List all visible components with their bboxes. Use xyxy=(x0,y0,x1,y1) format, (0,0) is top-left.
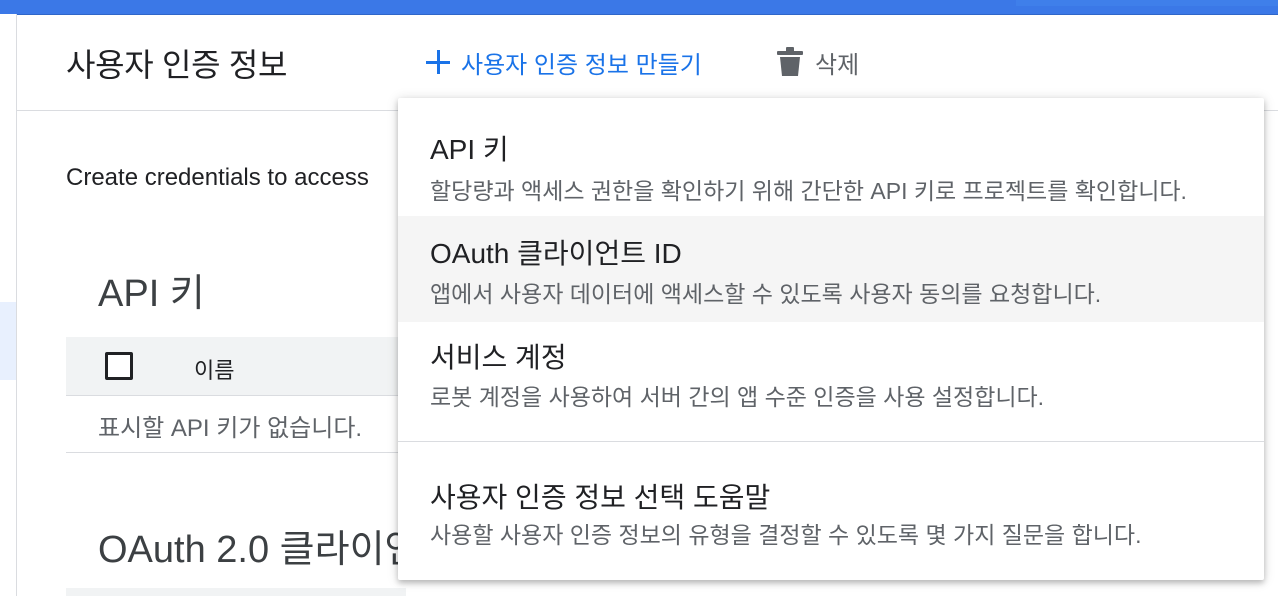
left-nav-active-item[interactable] xyxy=(0,302,16,380)
menu-item-description: 할당량과 액세스 권한을 확인하기 위해 간단한 API 키로 프로젝트를 확인… xyxy=(430,178,1187,204)
delete-button[interactable]: 삭제 xyxy=(777,44,859,80)
oauth-section-title: OAuth 2.0 클라이언 xyxy=(98,529,420,571)
menu-item-title: API 키 xyxy=(430,134,509,165)
create-credentials-button[interactable]: 사용자 인증 정보 만들기 xyxy=(425,44,702,80)
create-credentials-menu: API 키 할당량과 액세스 권한을 확인하기 위해 간단한 API 키로 프로… xyxy=(398,98,1264,580)
api-keys-table-header: 이름 xyxy=(66,337,406,396)
page-header: 사용자 인증 정보 사용자 인증 정보 만들기 삭제 xyxy=(17,14,1278,111)
oauth-table-header-partial xyxy=(66,588,406,596)
delete-label: 삭제 xyxy=(815,51,860,79)
left-nav-rail xyxy=(0,14,17,596)
menu-item-description: 사용할 사용자 인증 정보의 유형을 결정할 수 있도록 몇 가지 질문을 합니… xyxy=(430,522,1142,548)
create-credentials-label: 사용자 인증 정보 만들기 xyxy=(461,51,702,79)
menu-item-description: 앱에서 사용자 데이터에 액세스할 수 있도록 사용자 동의를 요청합니다. xyxy=(430,281,1102,307)
menu-item-help-me-choose[interactable]: 사용자 인증 정보 선택 도움말 사용할 사용자 인증 정보의 유형을 결정할 … xyxy=(398,442,1264,580)
top-app-bar-accent xyxy=(1016,0,1278,6)
menu-item-api-key[interactable]: API 키 할당량과 액세스 권한을 확인하기 위해 간단한 API 키로 프로… xyxy=(398,98,1264,216)
menu-item-service-account[interactable]: 서비스 계정 로봇 계정을 사용하여 서버 간의 앱 수준 인증을 사용 설정합… xyxy=(398,322,1264,440)
menu-item-oauth-client-id[interactable]: OAuth 클라이언트 ID 앱에서 사용자 데이터에 액세스할 수 있도록 사… xyxy=(398,216,1264,322)
menu-item-title: 서비스 계정 xyxy=(430,342,567,373)
menu-item-title: OAuth 클라이언트 ID xyxy=(430,238,682,269)
intro-text: Create credentials to access xyxy=(66,164,369,191)
top-app-bar xyxy=(0,0,1278,15)
menu-item-title: 사용자 인증 정보 선택 도움말 xyxy=(430,482,771,513)
plus-icon xyxy=(425,49,451,75)
section-divider xyxy=(66,452,406,453)
page-title: 사용자 인증 정보 xyxy=(66,47,288,83)
select-all-checkbox[interactable] xyxy=(105,352,133,380)
column-header-name[interactable]: 이름 xyxy=(194,353,234,385)
trash-icon xyxy=(777,47,803,76)
api-keys-section-title: API 키 xyxy=(98,273,205,315)
menu-item-description: 로봇 계정을 사용하여 서버 간의 앱 수준 인증을 사용 설정합니다. xyxy=(430,384,1045,410)
empty-table-message: 표시할 API 키가 없습니다. xyxy=(98,415,363,442)
